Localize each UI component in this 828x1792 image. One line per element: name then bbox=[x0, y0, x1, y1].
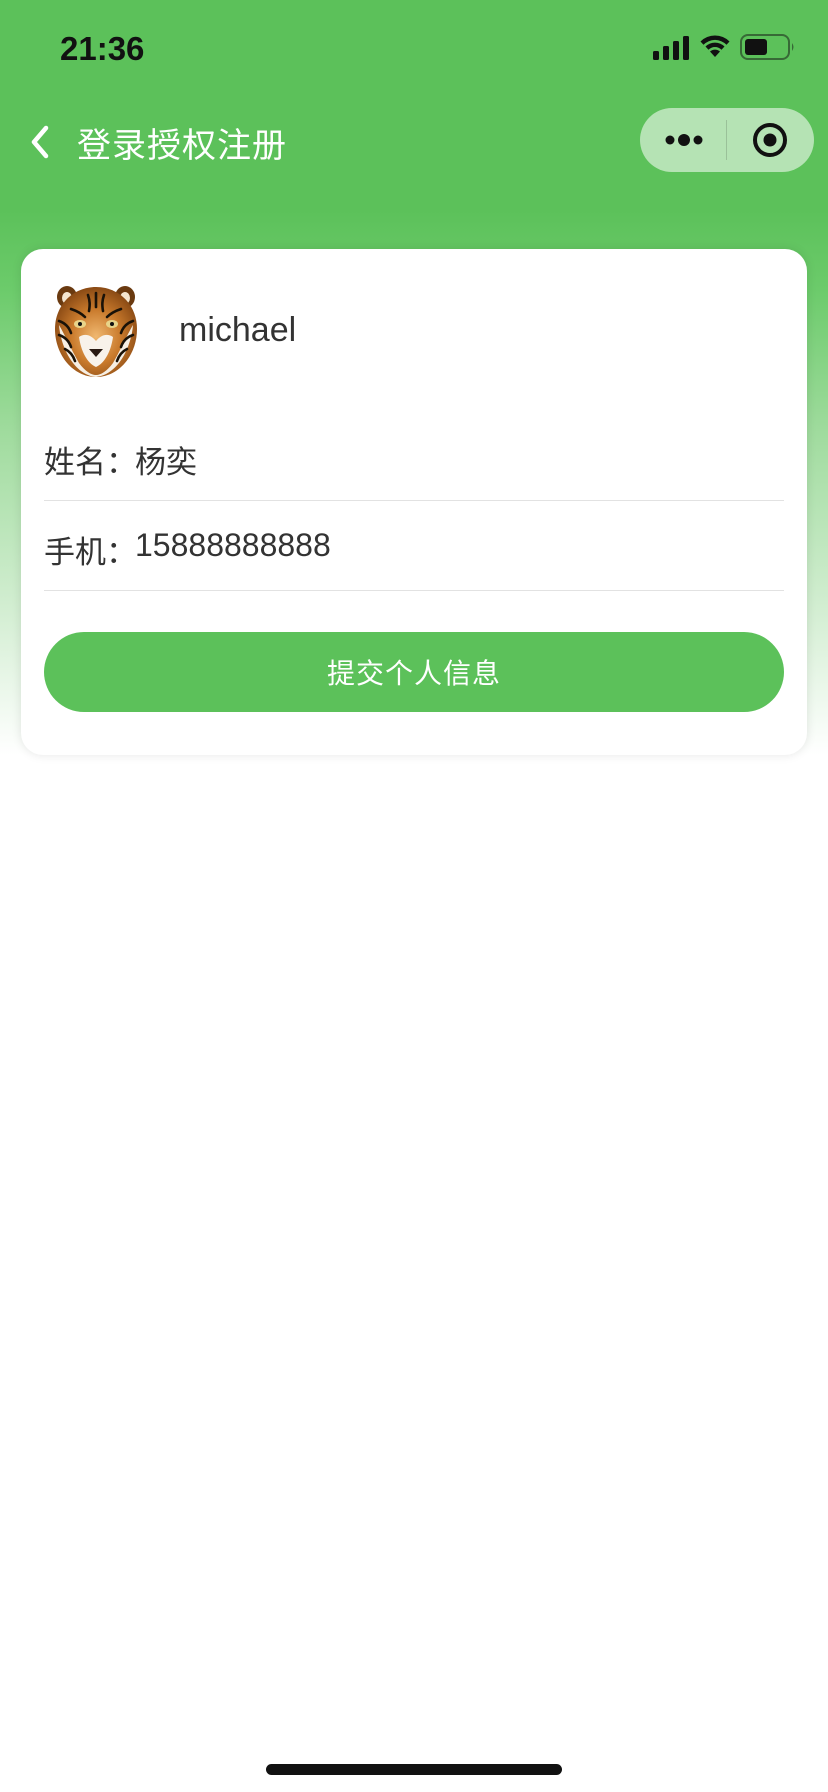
profile-card: michael 姓名： 杨奕 手机： 15888888888 提交个人信息 bbox=[21, 249, 807, 755]
avatar[interactable] bbox=[45, 279, 147, 381]
navigation-bar: 登录授权注册 bbox=[0, 100, 828, 210]
menu-capsule bbox=[640, 108, 814, 172]
phone-label: 手机： bbox=[44, 535, 137, 571]
name-label: 姓名： bbox=[44, 445, 137, 481]
name-value: 杨奕 bbox=[135, 445, 197, 481]
more-button[interactable] bbox=[640, 108, 727, 172]
close-miniprogram-button[interactable] bbox=[727, 108, 814, 172]
name-row[interactable]: 姓名： 杨奕 bbox=[44, 411, 784, 501]
home-indicator bbox=[266, 1764, 562, 1775]
phone-value: 15888888888 bbox=[135, 527, 331, 563]
status-bar: 21:36 bbox=[0, 0, 828, 100]
wifi-icon bbox=[700, 35, 730, 57]
signal-icon bbox=[653, 36, 689, 60]
page-title: 登录授权注册 bbox=[77, 126, 287, 166]
more-dots-icon bbox=[665, 134, 703, 146]
chevron-left-icon[interactable] bbox=[26, 122, 56, 162]
close-circle-icon bbox=[753, 123, 787, 157]
submit-button[interactable]: 提交个人信息 bbox=[44, 632, 784, 712]
battery-icon bbox=[740, 34, 794, 60]
username: michael bbox=[179, 311, 297, 349]
status-time: 21:36 bbox=[60, 30, 145, 67]
phone-row[interactable]: 手机： 15888888888 bbox=[44, 501, 784, 591]
